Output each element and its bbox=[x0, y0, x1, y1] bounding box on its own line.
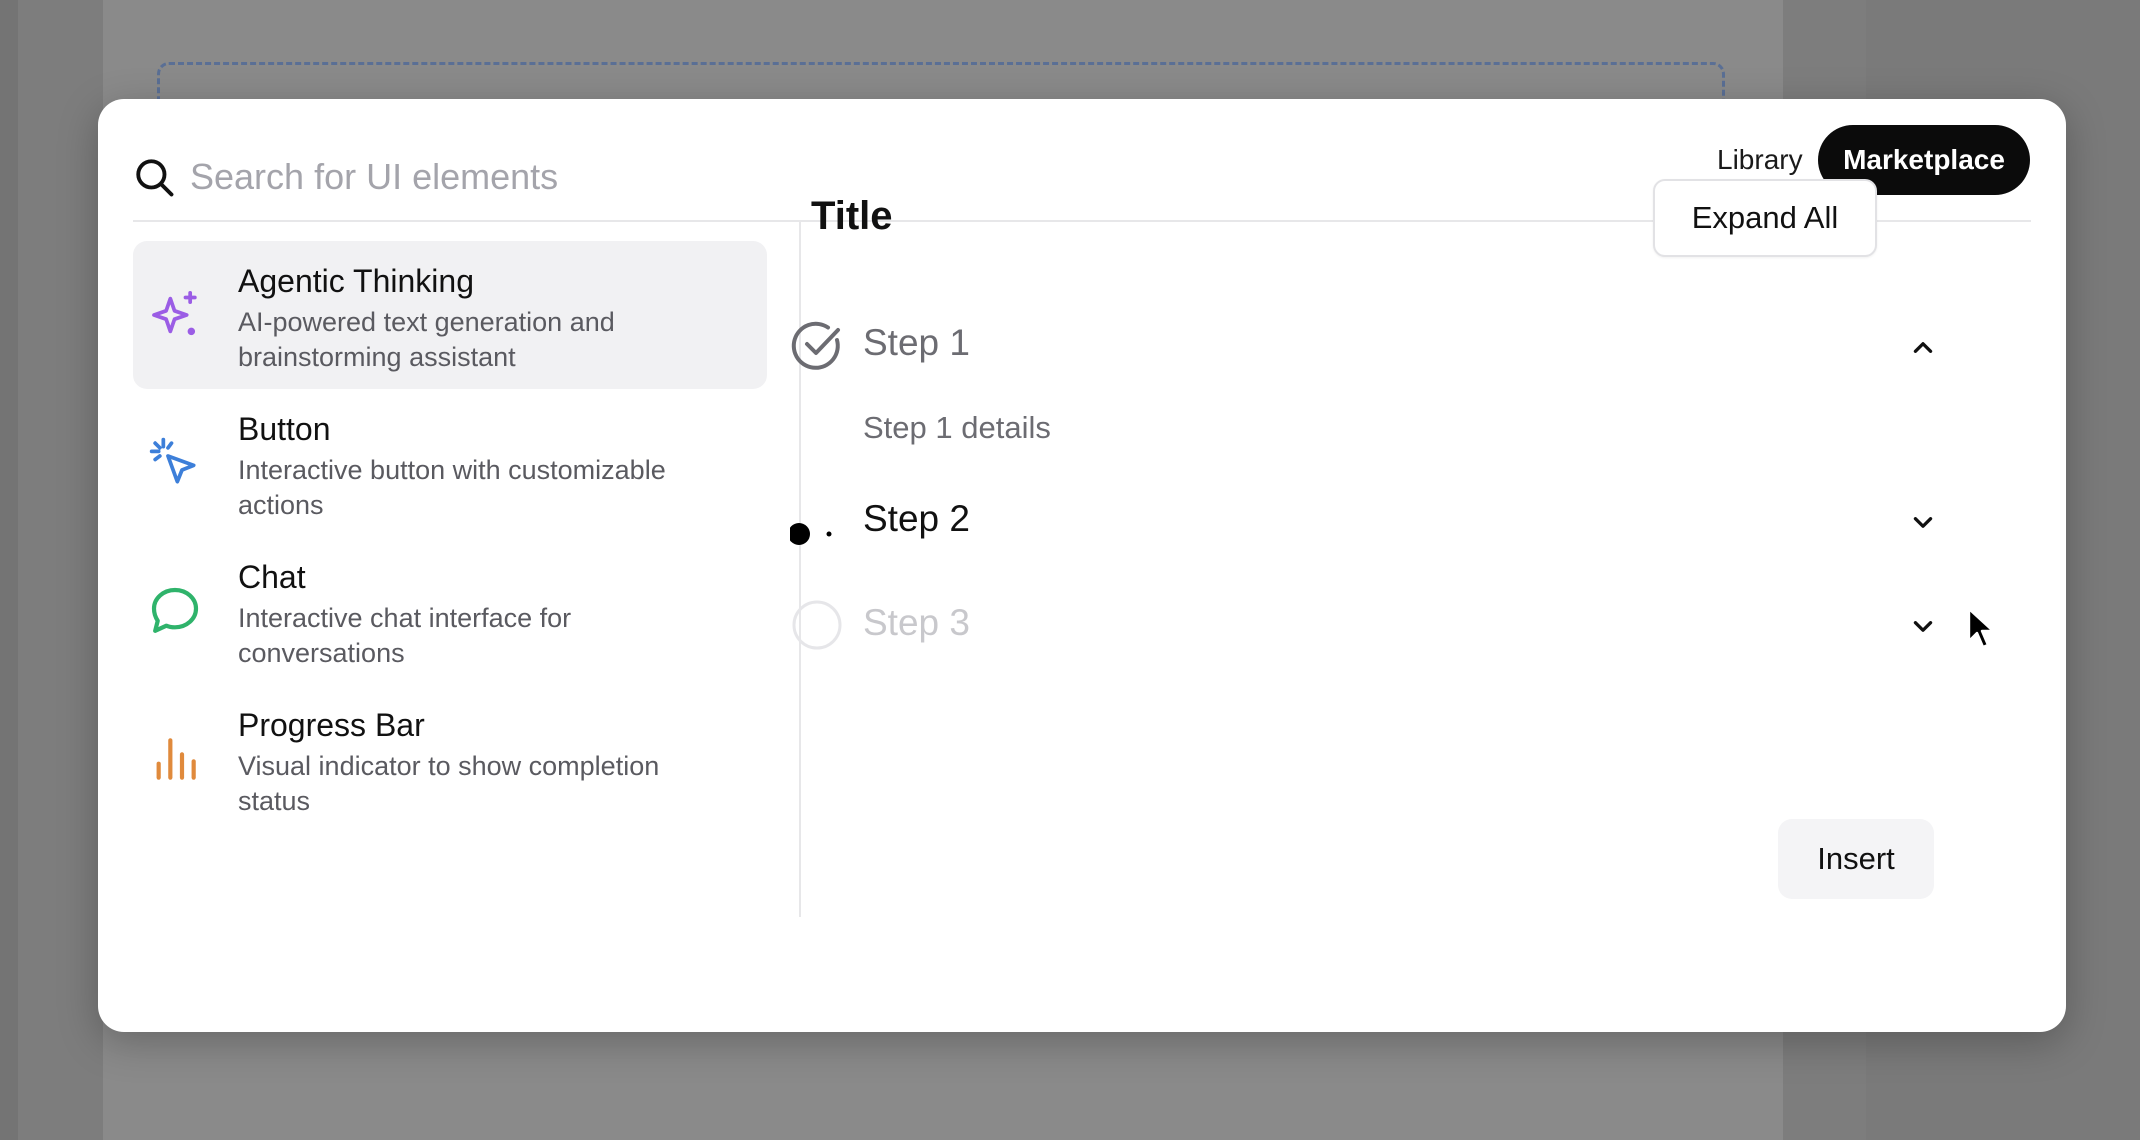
list-item-chat[interactable]: Chat Interactive chat interface for conv… bbox=[133, 537, 767, 685]
list-item-description: AI-powered text generation and brainstor… bbox=[238, 307, 615, 372]
list-item-title: Agentic Thinking bbox=[238, 263, 474, 299]
background-left-strip bbox=[0, 0, 18, 1140]
step-1-row[interactable]: Step 1 bbox=[790, 310, 1933, 380]
step-label: Step 1 bbox=[863, 322, 970, 363]
chevron-down-icon bbox=[1913, 621, 1933, 632]
step-label: Step 2 bbox=[863, 498, 970, 539]
check-circle-icon bbox=[791, 321, 840, 370]
step-1-details: Step 1 details bbox=[863, 410, 1051, 445]
bar-chart-icon bbox=[156, 738, 196, 780]
preview-title: Title bbox=[811, 194, 893, 238]
loading-dots-icon bbox=[790, 523, 832, 545]
insert-button[interactable]: Insert bbox=[1778, 819, 1934, 899]
step-2-row[interactable]: Step 2 bbox=[790, 486, 1933, 556]
chevron-up-icon bbox=[1913, 342, 1933, 353]
step-3-row[interactable]: Step 3 bbox=[790, 590, 1933, 660]
list-item-button[interactable]: Button Interactive button with customiza… bbox=[133, 389, 767, 537]
step-label: Step 3 bbox=[863, 602, 970, 643]
list-item-description: Interactive chat interface for conversat… bbox=[238, 603, 572, 668]
chat-bubble-icon bbox=[151, 587, 199, 633]
chevron-down-icon bbox=[1913, 517, 1933, 528]
list-item-agentic-thinking[interactable]: Agentic Thinking AI-powered text generat… bbox=[133, 241, 767, 389]
sparkle-icon bbox=[152, 290, 197, 336]
list-item-description: Interactive button with customizable act… bbox=[238, 455, 666, 520]
empty-circle-icon bbox=[792, 600, 842, 650]
list-item-description: Visual indicator to show completion stat… bbox=[238, 751, 660, 816]
list-item-title: Chat bbox=[238, 559, 306, 595]
list-item-title: Button bbox=[238, 411, 331, 447]
mouse-pointer-icon bbox=[1967, 607, 1995, 649]
search-icon bbox=[136, 159, 174, 197]
list-item-title: Progress Bar bbox=[238, 707, 425, 743]
component-list: Agentic Thinking AI-powered text generat… bbox=[133, 241, 767, 833]
search-input[interactable] bbox=[190, 149, 1090, 205]
cursor-click-icon bbox=[149, 437, 196, 484]
list-item-progress-bar[interactable]: Progress Bar Visual indicator to show co… bbox=[133, 685, 767, 833]
expand-all-button[interactable]: Expand All bbox=[1653, 179, 1877, 257]
